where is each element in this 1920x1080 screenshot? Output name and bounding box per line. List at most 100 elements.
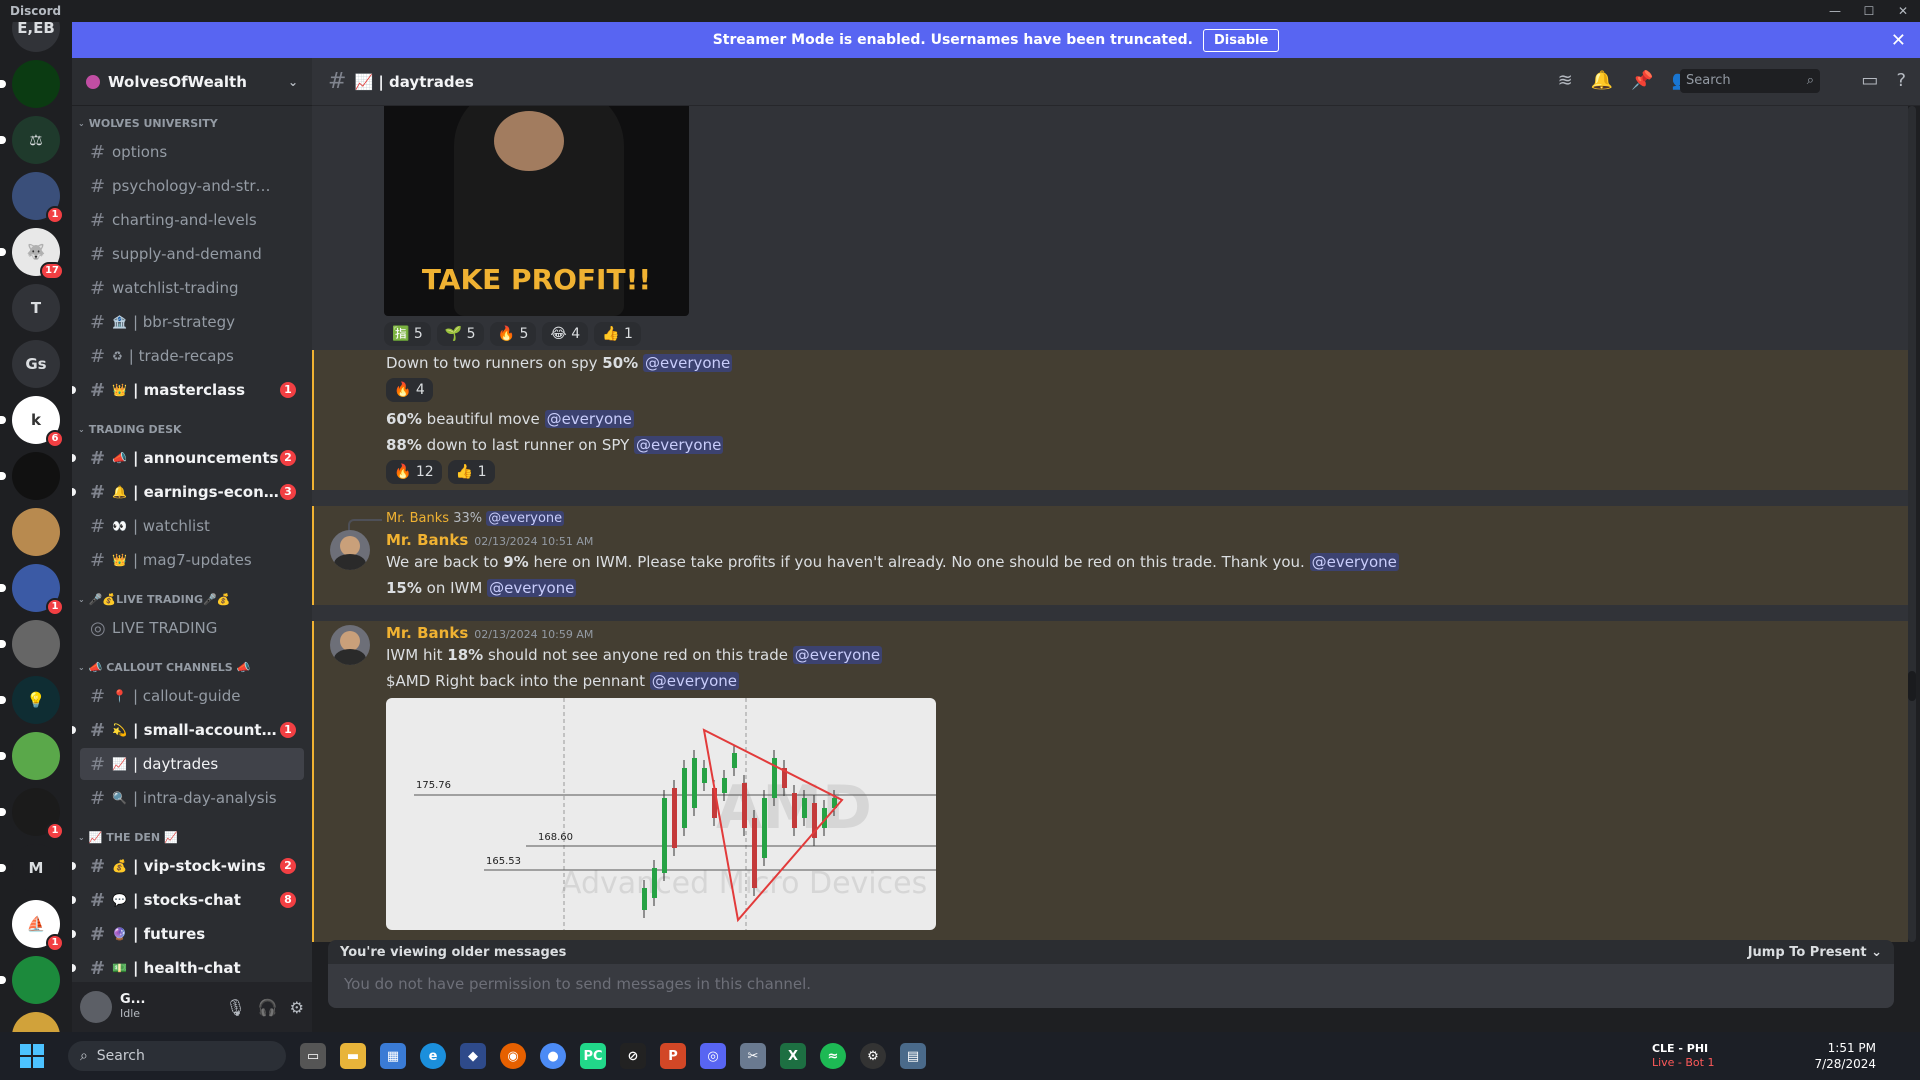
minimize-button[interactable]: — [1818,0,1852,22]
steam-icon[interactable]: ⚙ [860,1043,886,1069]
server-icon[interactable] [12,1012,60,1032]
server-icon[interactable]: 💡 [0,676,60,724]
channel-item[interactable]: # options [80,136,304,168]
maximize-button[interactable]: ☐ [1852,0,1886,22]
server-icon[interactable]: ⛵ 1 [12,900,64,952]
server-icon[interactable]: 1 [12,172,64,224]
mention[interactable]: @everyone [544,410,634,428]
server-icon[interactable]: M [0,844,60,892]
reaction-chip[interactable]: 👍 1 [447,460,495,484]
channel-item[interactable]: # psychology-and-strategi... [80,170,304,202]
reaction-chip[interactable]: 🌱 5 [436,322,484,346]
mention[interactable]: @everyone [486,511,565,526]
inbox-icon[interactable]: ▭ [1861,70,1878,91]
channel-item[interactable]: # 🔍 | intra-day-analysis [80,782,304,814]
take-profit-gif[interactable]: TAKE PROFIT!! [384,106,689,316]
mention[interactable]: @everyone [634,436,724,454]
channel-item[interactable]: # 💬 | stocks-chat 8 [72,884,304,916]
scrollbar[interactable] [1908,106,1916,942]
server-icon[interactable] [0,60,60,108]
reaction-chip[interactable]: 😂 4 [542,322,589,346]
server-icon[interactable]: T [12,284,60,332]
gear-icon[interactable]: ⚙ [290,998,304,1017]
banner-close-icon[interactable]: ✕ [1891,30,1906,51]
mention[interactable]: @everyone [792,646,883,664]
pin-icon[interactable]: 📌 [1631,70,1653,91]
channel-item[interactable]: # 💫 | small-account-... 1 [72,714,304,746]
channel-item[interactable]: ◎ LIVE TRADING [80,612,304,644]
app-icon[interactable]: ◆ [460,1043,486,1069]
channel-item[interactable]: # 🏦 | bbr-strategy [80,306,304,338]
channel-item[interactable]: # charting-and-levels [80,204,304,236]
reaction-chip[interactable]: 🈯 5 [384,322,431,346]
category-header[interactable]: ⌄ TRADING DESK [72,418,312,440]
server-icon[interactable] [0,956,60,1004]
mention[interactable]: @everyone [642,354,733,372]
category-header[interactable]: ⌄ WOLVES UNIVERSITY [72,112,312,134]
user-info[interactable]: G... Idle [120,993,146,1021]
server-icon[interactable] [0,452,60,500]
microphone-icon[interactable]: 🎙 [225,998,245,1017]
mention[interactable]: @everyone [1309,553,1399,571]
threads-icon[interactable]: ≋ [1558,70,1573,91]
channel-item[interactable]: # supply-and-demand [80,238,304,270]
channel-item[interactable]: # 👀 | watchlist [80,510,304,542]
task-view-icon[interactable]: ▭ [300,1043,326,1069]
channel-item[interactable]: # ♻ | trade-recaps [80,340,304,372]
live-game-widget[interactable]: CLE - PHI Live - Bot 1 [1652,1042,1715,1070]
server-icon[interactable]: 1 [0,788,64,840]
channel-item[interactable]: # watchlist-trading [80,272,304,304]
server-icon[interactable] [0,732,60,780]
snipping-icon[interactable]: ✂ [740,1043,766,1069]
excel-icon[interactable]: X [780,1043,806,1069]
channel-item[interactable]: # 💰 | vip-stock-wins 2 [72,850,304,882]
channel-item[interactable]: # 📈 | daytrades [80,748,304,780]
reaction-chip[interactable]: 👍 1 [594,322,641,346]
mention[interactable]: @everyone [487,579,577,597]
scrollbar-thumb[interactable] [1908,671,1916,701]
channel-item[interactable]: # 🔮 | futures [72,918,304,950]
taskbar-search[interactable]: ⌕ Search [68,1041,286,1071]
server-icon[interactable]: ⚖ [0,116,60,164]
category-header[interactable]: ⌄ 🎤💰LIVE TRADING🎤💰 [72,588,312,610]
chrome-icon[interactable]: ● [540,1043,566,1069]
powerpoint-icon[interactable]: P [660,1043,686,1069]
author-name[interactable]: Mr. Banks [386,531,468,549]
channel-item[interactable]: # 🔔 | earnings-econo... 3 [72,476,304,508]
server-icon[interactable] [12,508,60,556]
clock[interactable]: 1:51 PM 7/28/2024 [1814,1040,1876,1072]
search-input[interactable]: Search ⌕ [1680,69,1820,93]
app-icon[interactable]: ⊘ [620,1043,646,1069]
reply-preview[interactable]: Mr. Banks 33% @everyone [348,508,1908,531]
avatar[interactable] [330,625,370,665]
channel-item[interactable]: # 📣 | announcements 2 [72,442,304,474]
firefox-icon[interactable]: ◉ [500,1043,526,1069]
help-icon[interactable]: ? [1896,70,1906,91]
reaction-chip[interactable]: 🔥 4 [386,378,433,402]
author-name[interactable]: Mr. Banks [386,624,468,642]
server-icon[interactable]: Gs [12,340,60,388]
spotify-icon[interactable]: ≈ [820,1043,846,1069]
close-window-button[interactable]: ✕ [1886,0,1920,22]
file-explorer-icon[interactable]: ▬ [340,1043,366,1069]
server-icon[interactable]: 1 [0,564,64,616]
chart-image-attachment[interactable]: AMD Advanced Micro Devices 175.76 168.60… [386,698,936,930]
category-header[interactable]: ⌄ 📣 CALLOUT CHANNELS 📣 [72,656,312,678]
app-icon[interactable]: ▤ [900,1043,926,1069]
channel-item[interactable]: # 👑 | mag7-updates [80,544,304,576]
pycharm-icon[interactable]: PC [580,1043,606,1069]
category-header[interactable]: ⌄ 📈 THE DEN 📈 [72,826,312,848]
discord-icon[interactable]: ◎ [700,1043,726,1069]
windows-start-icon[interactable] [20,1044,44,1068]
guild-header[interactable]: WolvesOfWealth ⌄ [72,58,312,106]
jump-to-present-button[interactable]: Jump To Present ⌄ [1748,945,1882,960]
channel-item[interactable]: # 💵 | health-chat [72,952,304,984]
server-icon[interactable]: E,EB [12,22,60,52]
disable-streamer-button[interactable]: Disable [1202,28,1280,52]
mention[interactable]: @everyone [649,672,740,690]
reaction-chip[interactable]: 🔥 5 [489,322,537,346]
bell-icon[interactable]: 🔔 [1591,70,1613,91]
reaction-chip[interactable]: 🔥 12 [386,460,442,484]
store-icon[interactable]: ▦ [380,1043,406,1069]
server-icon[interactable] [0,620,60,668]
